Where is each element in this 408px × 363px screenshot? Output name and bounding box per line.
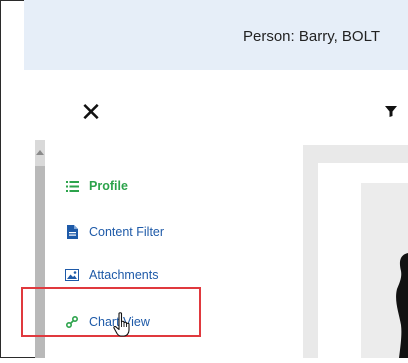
highlight-box [21, 287, 201, 337]
sidebar-item-label: Attachments [89, 268, 159, 282]
list-icon [65, 179, 79, 193]
sidebar-item-attachments[interactable]: Attachments [65, 263, 158, 287]
person-photo [361, 183, 408, 358]
scroll-up-arrow-icon[interactable] [36, 150, 44, 155]
sidebar-item-label: Content Filter [89, 225, 165, 239]
sidebar-item-content-filter[interactable]: Content Filter [65, 220, 164, 244]
sidebar-item-profile[interactable]: Profile [65, 174, 128, 198]
close-icon: ✕ [80, 97, 102, 127]
close-button[interactable]: ✕ [80, 97, 102, 127]
filter-button[interactable] [384, 104, 398, 118]
document-icon [65, 225, 79, 239]
dialog-title: Person: Barry, BOLT [243, 28, 380, 45]
filter-icon [385, 106, 397, 117]
sidebar-item-label: Profile [89, 179, 128, 193]
hand-pointer-cursor-icon [113, 312, 135, 338]
image-icon [65, 268, 79, 282]
